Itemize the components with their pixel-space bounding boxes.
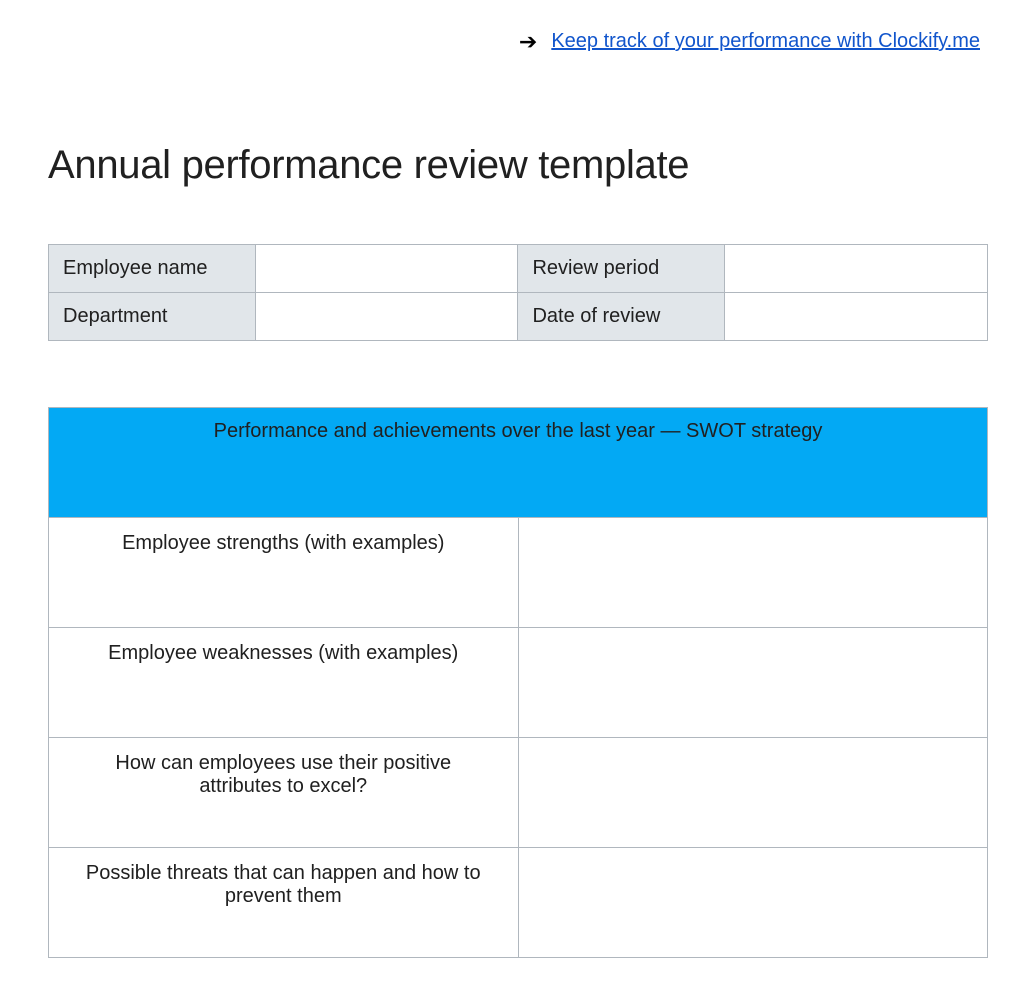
table-row: Employee name Review period	[49, 245, 988, 293]
swot-weaknesses-value[interactable]	[518, 628, 988, 738]
header-link-row: ➔ Keep track of your performance with Cl…	[48, 30, 988, 53]
employee-name-value[interactable]	[255, 245, 518, 293]
department-value[interactable]	[255, 293, 518, 341]
date-of-review-label: Date of review	[518, 293, 725, 341]
swot-weaknesses-label: Employee weaknesses (with examples)	[49, 628, 519, 738]
swot-heading: Performance and achievements over the la…	[49, 408, 988, 518]
swot-threats-value[interactable]	[518, 848, 988, 958]
swot-threats-label: Possible threats that can happen and how…	[49, 848, 519, 958]
swot-table: Performance and achievements over the la…	[48, 407, 988, 958]
table-row: Performance and achievements over the la…	[49, 408, 988, 518]
employee-info-table: Employee name Review period Department D…	[48, 244, 988, 341]
clockify-link[interactable]: Keep track of your performance with Cloc…	[551, 30, 980, 53]
employee-name-label: Employee name	[49, 245, 256, 293]
table-row: Possible threats that can happen and how…	[49, 848, 988, 958]
table-row: Employee strengths (with examples)	[49, 518, 988, 628]
swot-opportunities-label: How can employees use their positive att…	[49, 738, 519, 848]
table-row: Department Date of review	[49, 293, 988, 341]
table-row: How can employees use their positive att…	[49, 738, 988, 848]
review-period-value[interactable]	[725, 245, 988, 293]
swot-strengths-label: Employee strengths (with examples)	[49, 518, 519, 628]
swot-strengths-value[interactable]	[518, 518, 988, 628]
department-label: Department	[49, 293, 256, 341]
page-title: Annual performance review template	[48, 143, 988, 188]
arrow-right-icon: ➔	[519, 31, 537, 53]
swot-opportunities-value[interactable]	[518, 738, 988, 848]
table-row: Employee weaknesses (with examples)	[49, 628, 988, 738]
review-period-label: Review period	[518, 245, 725, 293]
date-of-review-value[interactable]	[725, 293, 988, 341]
